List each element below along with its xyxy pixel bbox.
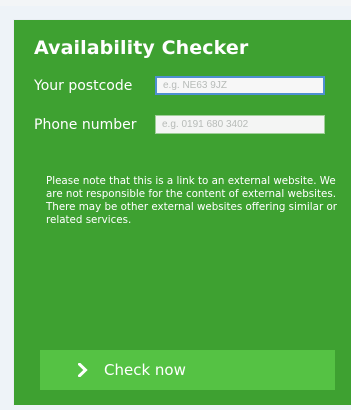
top-strip [0, 0, 351, 6]
panel-bottom-band [14, 405, 351, 410]
page: Availability Checker Your postcode Phone… [0, 0, 351, 410]
chevron-right-icon [78, 363, 88, 377]
external-website-note: Please note that this is a link to an ex… [46, 175, 337, 227]
phone-row: Phone number [34, 115, 334, 136]
phone-label: Phone number [34, 117, 137, 133]
check-now-button[interactable]: Check now [40, 350, 335, 390]
check-now-label: Check now [104, 361, 186, 379]
checker-title: Availability Checker [34, 37, 249, 59]
availability-checker-panel: Availability Checker Your postcode Phone… [14, 20, 351, 405]
postcode-row: Your postcode [34, 76, 334, 97]
postcode-input[interactable] [155, 76, 325, 95]
postcode-label: Your postcode [34, 78, 133, 94]
phone-input[interactable] [155, 115, 325, 134]
